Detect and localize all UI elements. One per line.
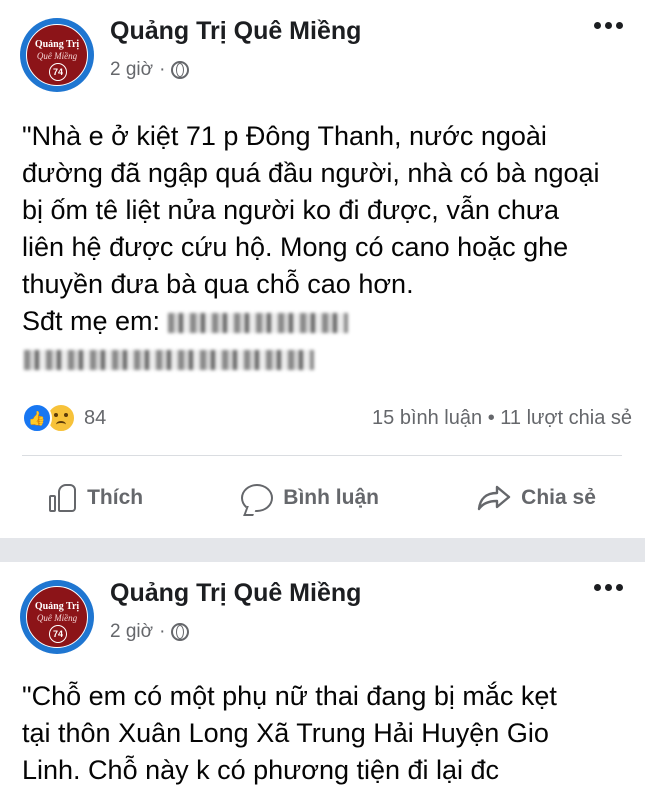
logo-number: 74: [49, 625, 67, 643]
like-label: Thích: [87, 486, 144, 509]
post-separator: [0, 538, 645, 562]
more-options-button[interactable]: [594, 584, 623, 591]
post-text: "Nhà e ở kiệt 71 p Đông Thanh, nước ngoà…: [22, 118, 632, 377]
share-label: Chia sẻ: [521, 486, 596, 509]
post-text-line: bị ốm tê liệt nửa người ko đi được, vẫn …: [22, 195, 559, 225]
logo-title: Quảng Trị: [34, 601, 80, 612]
post-card: Quảng Trị Quê Miềng 74 Quảng Trị Quê Miề…: [0, 562, 645, 792]
comments-count[interactable]: 15 bình luận: [372, 407, 482, 429]
page-avatar[interactable]: Quảng Trị Quê Miềng 74: [20, 580, 94, 654]
more-options-button[interactable]: [594, 22, 623, 29]
page-name[interactable]: Quảng Trị Quê Miềng: [110, 17, 361, 46]
thumbs-up-icon: [49, 483, 77, 513]
comment-icon: [241, 484, 274, 512]
shares-count[interactable]: 11 lượt chia sẻ: [500, 407, 632, 429]
post-text-line: thuyền đưa bà qua chỗ cao hơn.: [22, 269, 414, 299]
globe-icon: [171, 61, 190, 79]
phone-label: Sđt mẹ em:: [22, 306, 161, 336]
post-text-line: đường đã ngập quá đầu người, nhà có bà n…: [22, 158, 600, 188]
post-text-line: tại thôn Xuân Long Xã Trung Hải Huyện Gi…: [22, 718, 549, 748]
blurred-phone: [167, 312, 348, 333]
like-button[interactable]: Thích: [49, 483, 143, 513]
post-text: "Chỗ em có một phụ nữ thai đang bị mắc k…: [22, 678, 632, 789]
logo-script: Quê Miềng: [36, 51, 78, 61]
meta-dot: ·: [159, 621, 166, 642]
blurred-address: [24, 349, 314, 370]
logo-script: Quê Miềng: [36, 613, 78, 623]
post-text-line: Linh. Chỗ này k có phương tiện đi lại đc: [22, 755, 500, 785]
comment-button[interactable]: Bình luận: [241, 484, 379, 512]
post-time[interactable]: 2 giờ: [110, 621, 153, 643]
post-meta: 2 giờ ·: [110, 59, 190, 81]
reactions-summary[interactable]: 👍 84: [22, 403, 106, 433]
post-meta: 2 giờ ·: [110, 621, 190, 643]
globe-icon: [171, 623, 190, 641]
page-logo: Quảng Trị Quê Miềng 74: [26, 24, 88, 86]
post-text-line: liên hệ được cứu hộ. Mong có cano hoặc g…: [22, 232, 569, 262]
share-icon: [477, 485, 511, 511]
divider: [22, 455, 622, 456]
page-logo: Quảng Trị Quê Miềng 74: [26, 586, 88, 648]
post-time[interactable]: 2 giờ: [110, 59, 153, 81]
post-card: Quảng Trị Quê Miềng 74 Quảng Trị Quê Miề…: [0, 0, 645, 538]
page-name[interactable]: Quảng Trị Quê Miềng: [110, 579, 361, 608]
share-button[interactable]: Chia sẻ: [477, 485, 596, 511]
reaction-count: 84: [84, 406, 107, 429]
stats-dot: •: [487, 406, 501, 429]
logo-number: 74: [49, 63, 67, 81]
post-stats: 👍 84 15 bình luận • 11 lượt chia sẻ: [22, 402, 632, 434]
post-text-line: "Nhà e ở kiệt 71 p Đông Thanh, nước ngoà…: [22, 121, 547, 151]
engagement-counts: 15 bình luận • 11 lượt chia sẻ: [372, 407, 632, 430]
meta-dot: ·: [159, 59, 166, 80]
action-bar: Thích Bình luận Chia sẻ: [0, 470, 645, 526]
post-text-line: "Chỗ em có một phụ nữ thai đang bị mắc k…: [22, 681, 557, 711]
page-avatar[interactable]: Quảng Trị Quê Miềng 74: [20, 18, 94, 92]
comment-label: Bình luận: [283, 486, 379, 509]
like-reaction-icon: 👍: [22, 403, 52, 433]
logo-title: Quảng Trị: [34, 39, 80, 50]
